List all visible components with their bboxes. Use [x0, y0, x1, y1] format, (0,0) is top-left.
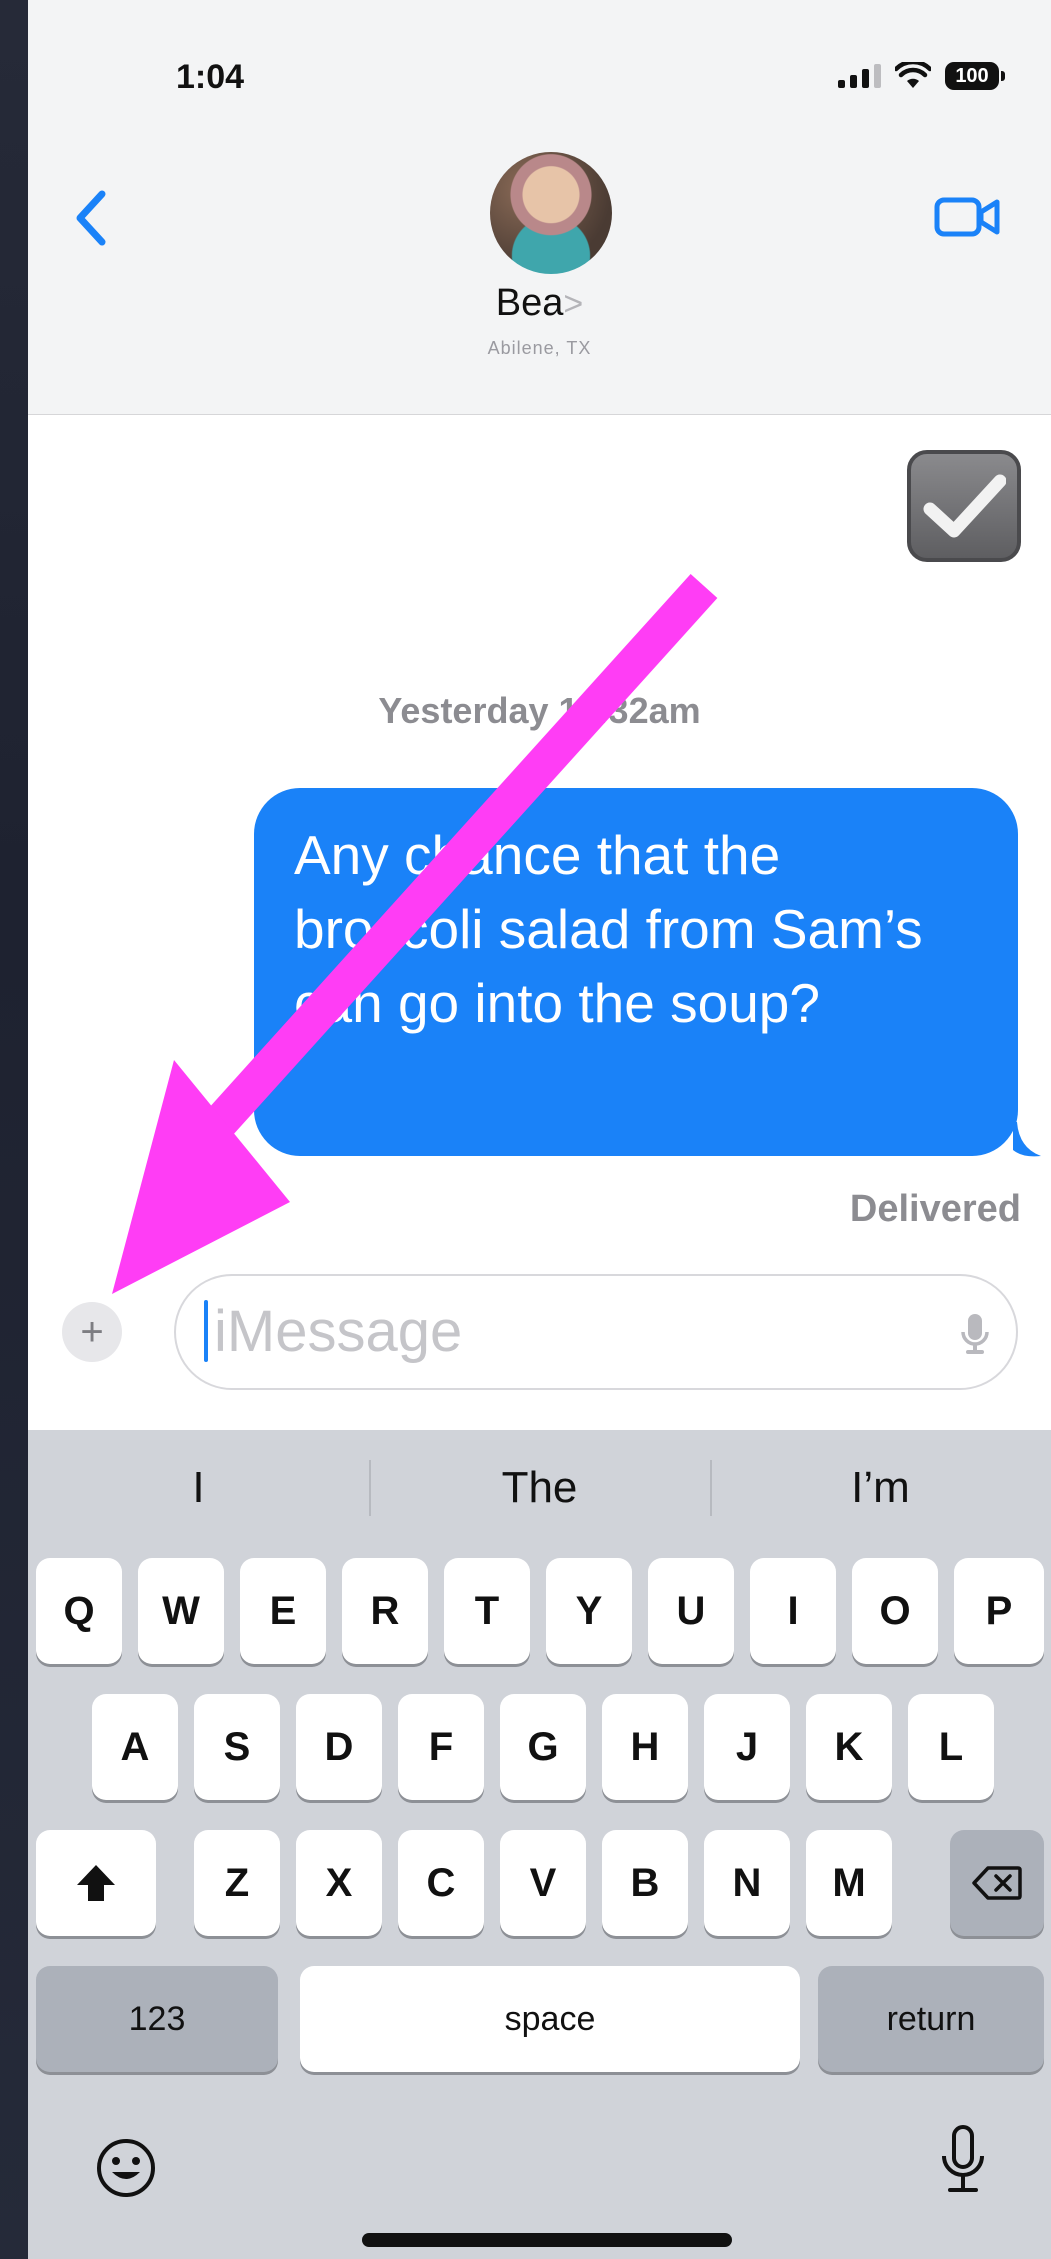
cellular-signal-icon: [838, 64, 881, 88]
suggestion-2[interactable]: The: [369, 1440, 710, 1536]
key-l[interactable]: L: [908, 1694, 994, 1800]
key-o[interactable]: O: [852, 1558, 938, 1664]
delivery-status: Delivered: [849, 1188, 1021, 1230]
microphone-icon[interactable]: [960, 1312, 990, 1356]
key-f[interactable]: F: [398, 1694, 484, 1800]
message-timestamp: Yesterday 11:32am: [378, 690, 701, 731]
key-p[interactable]: P: [954, 1558, 1044, 1664]
chevron-right-icon: >: [563, 285, 584, 323]
key-i[interactable]: I: [750, 1558, 836, 1664]
input-placeholder: iMessage: [214, 1299, 463, 1364]
key-q[interactable]: Q: [36, 1558, 122, 1664]
contact-location: Abilene, TX: [487, 338, 592, 358]
emoji-face-icon[interactable]: [94, 2136, 158, 2200]
key-z[interactable]: Z: [194, 1830, 280, 1936]
suggestion-1[interactable]: I: [28, 1440, 369, 1536]
key-x[interactable]: X: [296, 1830, 382, 1936]
wifi-icon: [895, 62, 931, 88]
text-caret: [204, 1300, 208, 1362]
numbers-key[interactable]: 123: [36, 1966, 278, 2072]
home-indicator: [362, 2233, 732, 2247]
key-s[interactable]: S: [194, 1694, 280, 1800]
space-key[interactable]: space: [300, 1966, 800, 2072]
back-chevron-icon[interactable]: [68, 188, 118, 248]
key-e[interactable]: E: [240, 1558, 326, 1664]
key-c[interactable]: C: [398, 1830, 484, 1936]
key-b[interactable]: B: [602, 1830, 688, 1936]
battery-icon: 100: [945, 62, 1005, 90]
apps-plus-button[interactable]: +: [62, 1302, 122, 1362]
key-j[interactable]: J: [704, 1694, 790, 1800]
sent-message-bubble[interactable]: Any chance that the broccoli salad from …: [254, 788, 1018, 1156]
key-t[interactable]: T: [444, 1558, 530, 1664]
predictive-bar: I The I’m: [28, 1440, 1051, 1536]
key-w[interactable]: W: [138, 1558, 224, 1664]
key-d[interactable]: D: [296, 1694, 382, 1800]
key-r[interactable]: R: [342, 1558, 428, 1664]
checkmark-image-attachment[interactable]: [907, 450, 1021, 562]
suggestion-3[interactable]: I’m: [710, 1440, 1051, 1536]
key-g[interactable]: G: [500, 1694, 586, 1800]
checkmark-icon: [923, 474, 1006, 538]
status-icons: 100: [838, 62, 1005, 90]
key-v[interactable]: V: [500, 1830, 586, 1936]
contact-name[interactable]: Bea>: [28, 282, 1051, 325]
contact-avatar[interactable]: [490, 152, 612, 274]
backspace-icon: [972, 1866, 1022, 1900]
messages-screen: 1:04 100 Bea> Abilene, TX Yesterday 11:3…: [28, 0, 1051, 2259]
key-n[interactable]: N: [704, 1830, 790, 1936]
status-time: 1:04: [176, 58, 245, 96]
key-m[interactable]: M: [806, 1830, 892, 1936]
keyboard-dictation-icon[interactable]: [940, 2124, 986, 2200]
return-key[interactable]: return: [818, 1966, 1044, 2072]
key-h[interactable]: H: [602, 1694, 688, 1800]
bubble-tail: [1013, 1122, 1041, 1157]
shift-key[interactable]: [36, 1830, 156, 1936]
key-k[interactable]: K: [806, 1694, 892, 1800]
video-camera-icon[interactable]: [933, 192, 1003, 242]
shift-arrow-icon: [77, 1865, 115, 1901]
key-y[interactable]: Y: [546, 1558, 632, 1664]
key-u[interactable]: U: [648, 1558, 734, 1664]
key-a[interactable]: A: [92, 1694, 178, 1800]
delete-key[interactable]: [950, 1830, 1044, 1936]
contact-name-text: Bea: [495, 282, 564, 324]
